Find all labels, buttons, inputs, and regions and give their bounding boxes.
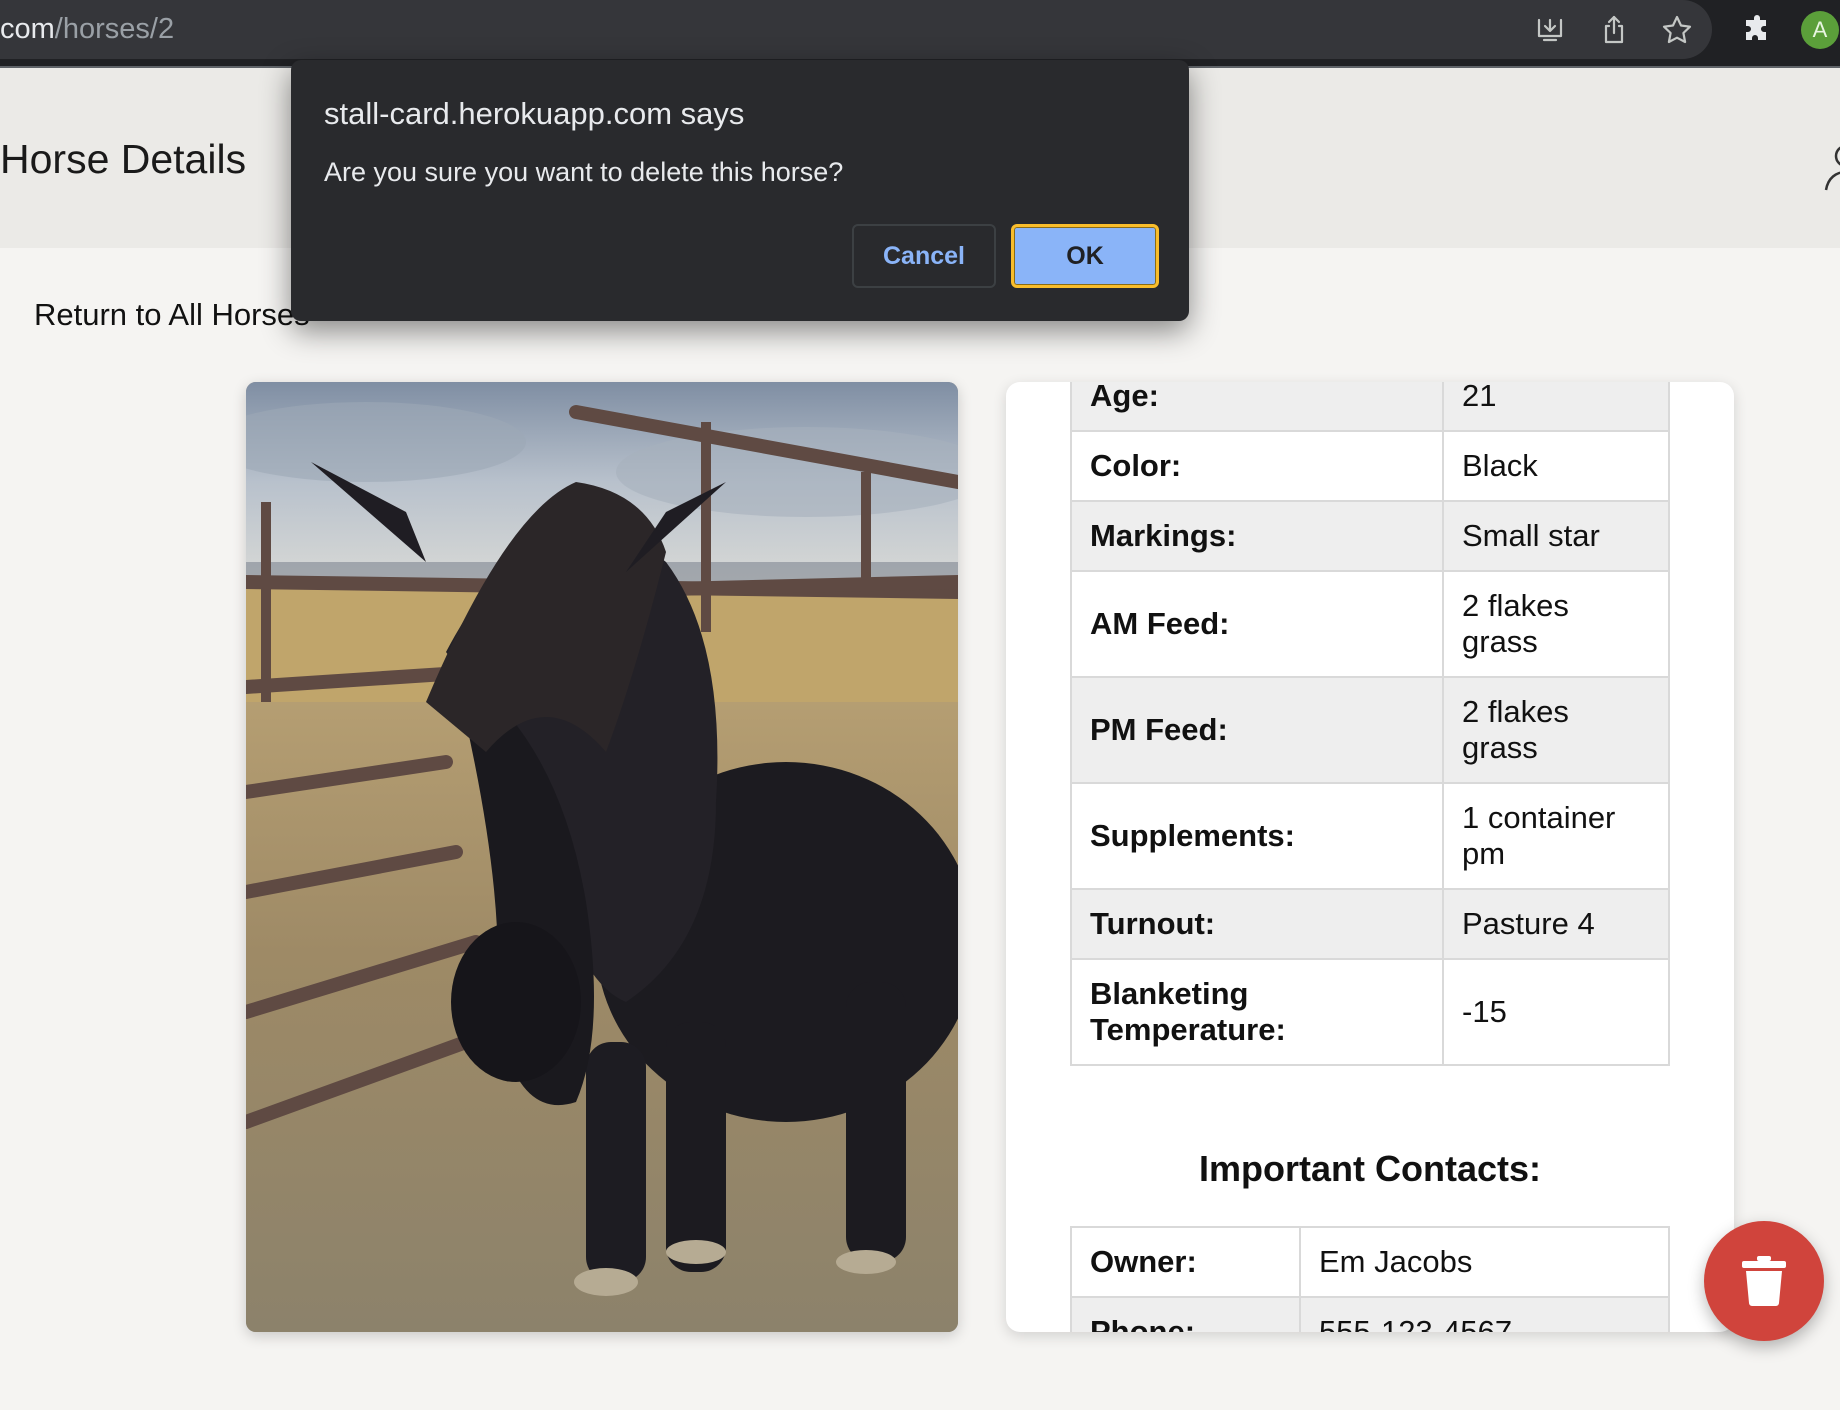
details-value: 21 <box>1442 382 1670 432</box>
details-row-turnout: Turnout: Pasture 4 <box>1070 888 1670 960</box>
details-value: Small star <box>1442 500 1670 572</box>
details-row-age: Age: 21 <box>1070 382 1670 432</box>
contacts-row-owner: Owner: Em Jacobs <box>1070 1226 1670 1298</box>
url-path: /horses/2 <box>54 13 175 45</box>
details-row-markings: Markings: Small star <box>1070 500 1670 572</box>
details-label: Turnout: <box>1070 888 1444 960</box>
profile-avatar[interactable]: A <box>1801 11 1839 49</box>
dialog-origin-text: stall-card.herokuapp.com says <box>324 96 745 131</box>
details-value: 2 flakes grass <box>1442 676 1670 784</box>
details-row-pm-feed: PM Feed: 2 flakes grass <box>1070 676 1670 784</box>
share-icon[interactable] <box>1596 12 1632 48</box>
details-label: Age: <box>1070 382 1444 432</box>
address-bar[interactable]: com/horses/2 <box>0 0 1712 59</box>
dialog-message: Are you sure you want to delete this hor… <box>324 157 844 187</box>
details-label: Markings: <box>1070 500 1444 572</box>
ok-button[interactable]: OK <box>1011 224 1159 288</box>
browser-toolbar: com/horses/2 A <box>0 0 1840 68</box>
contacts-value: 555-123-4567 <box>1299 1296 1670 1332</box>
details-label: Blanketing Temperature: <box>1070 958 1444 1066</box>
contacts-label: Phone: <box>1070 1296 1301 1332</box>
trash-icon <box>1742 1256 1786 1306</box>
details-row-am-feed: AM Feed: 2 flakes grass <box>1070 570 1670 678</box>
horse-details-card: Age: 21 Color: Black Markings: Small sta… <box>1006 382 1734 1332</box>
details-label: Color: <box>1070 430 1444 502</box>
details-row-blanketing-temperature: Blanketing Temperature: -15 <box>1070 958 1670 1066</box>
horse-photo <box>246 382 958 1332</box>
star-icon[interactable] <box>1659 12 1695 48</box>
user-account-icon[interactable] <box>1822 138 1840 198</box>
details-value: Pasture 4 <box>1442 888 1670 960</box>
contacts-table: Owner: Em Jacobs Phone: 555-123-4567 <box>1070 1226 1670 1332</box>
horse-details-table: Age: 21 Color: Black Markings: Small sta… <box>1070 382 1670 1066</box>
contacts-label: Owner: <box>1070 1226 1301 1298</box>
contacts-row-phone: Phone: 555-123-4567 <box>1070 1296 1670 1332</box>
return-to-all-horses-link[interactable]: Return to All Horses <box>34 297 310 333</box>
details-label: PM Feed: <box>1070 676 1444 784</box>
extensions-icon[interactable] <box>1740 12 1776 48</box>
download-icon[interactable] <box>1532 12 1568 48</box>
details-value: -15 <box>1442 958 1670 1066</box>
important-contacts-heading: Important Contacts: <box>1199 1148 1541 1189</box>
url-text[interactable]: com/horses/2 <box>0 13 174 46</box>
details-label: AM Feed: <box>1070 570 1444 678</box>
page-title: Horse Details <box>0 136 247 182</box>
details-row-color: Color: Black <box>1070 430 1670 502</box>
details-value: Black <box>1442 430 1670 502</box>
details-value: 2 flakes grass <box>1442 570 1670 678</box>
confirm-delete-dialog: stall-card.herokuapp.com says Are you su… <box>291 60 1189 321</box>
contacts-value: Em Jacobs <box>1299 1226 1670 1298</box>
url-domain: com <box>0 13 55 45</box>
cancel-button[interactable]: Cancel <box>852 224 996 288</box>
details-value: 1 container pm <box>1442 782 1670 890</box>
delete-horse-button[interactable] <box>1704 1221 1824 1341</box>
details-label: Supplements: <box>1070 782 1444 890</box>
details-row-supplements: Supplements: 1 container pm <box>1070 782 1670 890</box>
